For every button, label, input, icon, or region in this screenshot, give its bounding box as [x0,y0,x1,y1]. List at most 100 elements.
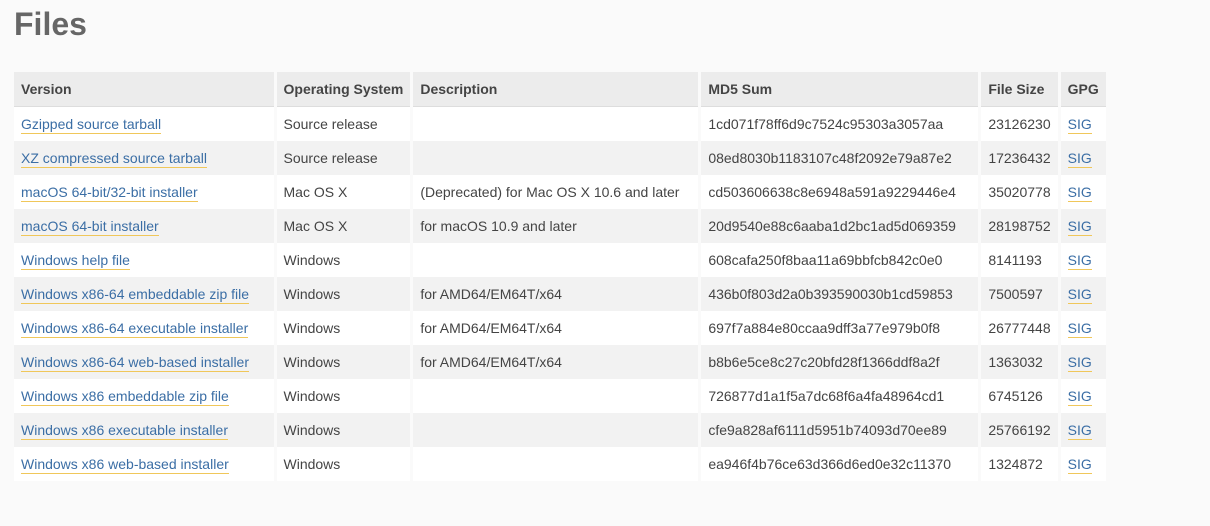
os-cell: Windows [275,413,414,447]
gpg-cell: SIG [1059,311,1106,345]
header-description: Description [411,72,702,107]
gpg-cell: SIG [1059,209,1106,243]
sig-link[interactable]: SIG [1067,320,1092,338]
size-cell: 6745126 [979,379,1061,413]
sig-link[interactable]: SIG [1067,388,1092,406]
table-row: Windows x86 web-based installer Windows … [14,447,1106,481]
description-cell [411,379,702,413]
header-row: Version Operating System Description MD5… [14,72,1106,107]
description-cell: (Deprecated) for Mac OS X 10.6 and later [411,175,702,209]
table-row: XZ compressed source tarball Source rele… [14,141,1106,175]
sig-link[interactable]: SIG [1067,422,1092,440]
download-link[interactable]: Windows help file [21,252,130,270]
files-page: Files Version Operating System Descripti… [0,0,1210,526]
gpg-cell: SIG [1059,141,1106,175]
sig-link[interactable]: SIG [1067,286,1092,304]
download-link[interactable]: Windows x86 web-based installer [21,456,229,474]
table-row: macOS 64-bit installer Mac OS X for macO… [14,209,1106,243]
os-cell: Source release [275,141,414,175]
table-row: macOS 64-bit/32-bit installer Mac OS X (… [14,175,1106,209]
description-cell: for AMD64/EM64T/x64 [411,277,702,311]
table-row: Windows x86-64 executable installer Wind… [14,311,1106,345]
size-cell: 25766192 [979,413,1061,447]
gpg-cell: SIG [1059,379,1106,413]
size-cell: 8141193 [979,243,1061,277]
sig-link[interactable]: SIG [1067,354,1092,372]
md5-cell: cd503606638c8e6948a591a9229446e4 [699,175,982,209]
size-cell: 17236432 [979,141,1061,175]
version-cell: Windows x86-64 web-based installer [14,345,277,379]
version-cell: Windows help file [14,243,277,277]
size-cell: 23126230 [979,106,1061,141]
version-cell: macOS 64-bit/32-bit installer [14,175,277,209]
gpg-cell: SIG [1059,243,1106,277]
md5-cell: 1cd071f78ff6d9c7524c95303a3057aa [699,106,982,141]
md5-cell: 697f7a884e80ccaa9dff3a77e979b0f8 [699,311,982,345]
md5-cell: 08ed8030b1183107c48f2092e79a87e2 [699,141,982,175]
files-table-header: Version Operating System Description MD5… [14,72,1106,107]
sig-link[interactable]: SIG [1067,218,1092,236]
version-cell: XZ compressed source tarball [14,141,277,175]
files-table-body: Gzipped source tarball Source release 1c… [14,106,1106,481]
sig-link[interactable]: SIG [1067,150,1092,168]
gpg-cell: SIG [1059,413,1106,447]
description-cell: for AMD64/EM64T/x64 [411,311,702,345]
size-cell: 35020778 [979,175,1061,209]
table-row: Windows x86 executable installer Windows… [14,413,1106,447]
os-cell: Mac OS X [275,209,414,243]
page-title: Files [14,6,87,42]
download-link[interactable]: Windows x86 executable installer [21,422,228,440]
description-cell: for macOS 10.9 and later [411,209,702,243]
sig-link[interactable]: SIG [1067,456,1092,474]
files-table: Version Operating System Description MD5… [14,72,1106,481]
sig-link[interactable]: SIG [1067,184,1092,202]
header-gpg: GPG [1059,72,1106,107]
version-cell: macOS 64-bit installer [14,209,277,243]
download-link[interactable]: Gzipped source tarball [21,116,162,134]
os-cell: Source release [275,106,414,141]
os-cell: Windows [275,243,414,277]
version-cell: Windows x86 embeddable zip file [14,379,277,413]
download-link[interactable]: Windows x86-64 executable installer [21,320,249,338]
gpg-cell: SIG [1059,175,1106,209]
download-link[interactable]: Windows x86-64 web-based installer [21,354,249,372]
description-cell [411,141,702,175]
table-row: Windows x86-64 web-based installer Windo… [14,345,1106,379]
header-operating-system: Operating System [275,72,414,107]
table-row: Gzipped source tarball Source release 1c… [14,106,1106,141]
md5-cell: b8b6e5ce8c27c20bfd28f1366ddf8a2f [699,345,982,379]
md5-cell: 20d9540e88c6aaba1d2bc1ad5d069359 [699,209,982,243]
os-cell: Mac OS X [275,175,414,209]
version-cell: Windows x86-64 executable installer [14,311,277,345]
download-link[interactable]: XZ compressed source tarball [21,150,207,168]
gpg-cell: SIG [1059,447,1106,481]
download-link[interactable]: Windows x86 embeddable zip file [21,388,229,406]
version-cell: Windows x86-64 embeddable zip file [14,277,277,311]
version-cell: Gzipped source tarball [14,106,277,141]
size-cell: 26777448 [979,311,1061,345]
download-link[interactable]: macOS 64-bit installer [21,218,159,236]
description-cell [411,243,702,277]
gpg-cell: SIG [1059,277,1106,311]
md5-cell: 608cafa250f8baa11a69bbfcb842c0e0 [699,243,982,277]
sig-link[interactable]: SIG [1067,252,1092,270]
header-version: Version [14,72,277,107]
description-cell: for AMD64/EM64T/x64 [411,345,702,379]
description-cell [411,447,702,481]
size-cell: 28198752 [979,209,1061,243]
md5-cell: cfe9a828af6111d5951b74093d70ee89 [699,413,982,447]
sig-link[interactable]: SIG [1067,116,1092,134]
version-cell: Windows x86 web-based installer [14,447,277,481]
header-file-size: File Size [979,72,1061,107]
gpg-cell: SIG [1059,345,1106,379]
table-row: Windows x86-64 embeddable zip file Windo… [14,277,1106,311]
md5-cell: ea946f4b76ce63d366d6ed0e32c11370 [699,447,982,481]
gpg-cell: SIG [1059,106,1106,141]
download-link[interactable]: macOS 64-bit/32-bit installer [21,184,198,202]
description-cell [411,413,702,447]
os-cell: Windows [275,311,414,345]
table-row: Windows help file Windows 608cafa250f8ba… [14,243,1106,277]
download-link[interactable]: Windows x86-64 embeddable zip file [21,286,250,304]
os-cell: Windows [275,345,414,379]
description-cell [411,106,702,141]
